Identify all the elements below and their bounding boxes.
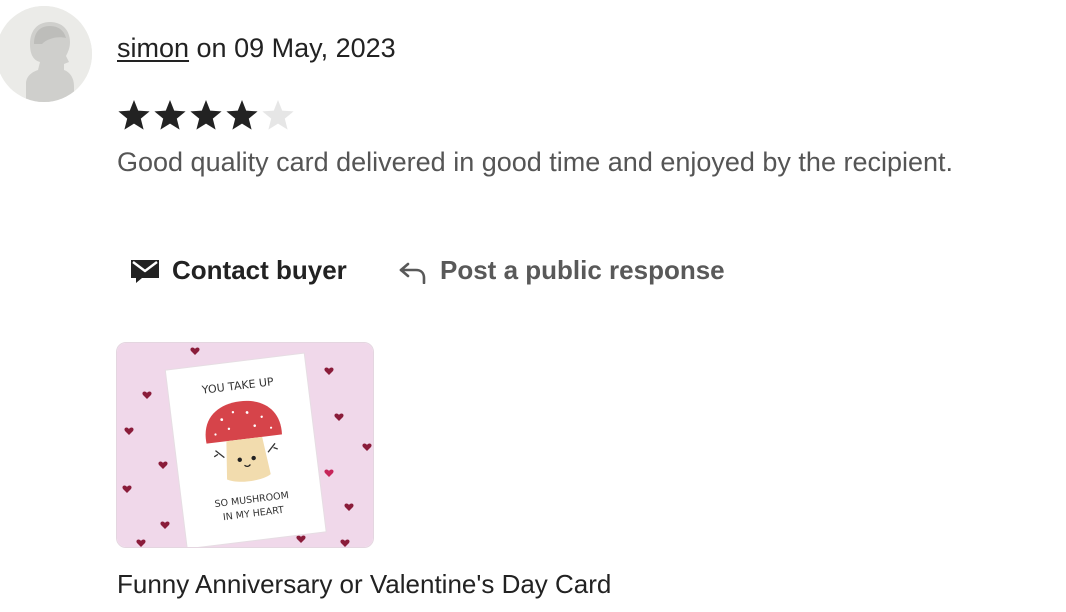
reviewer-avatar[interactable] bbox=[0, 6, 92, 102]
star-filled-icon bbox=[226, 100, 258, 130]
review-text: Good quality card delivered in good time… bbox=[117, 147, 954, 177]
star-filled-icon bbox=[154, 100, 186, 130]
star-empty-icon bbox=[262, 100, 294, 130]
envelope-icon bbox=[131, 260, 159, 283]
star-filled-icon bbox=[190, 100, 222, 130]
reply-arrow-icon bbox=[399, 262, 426, 284]
contact-buyer-label: Contact buyer bbox=[172, 255, 347, 285]
review-card: simon on 09 May, 2023 Good quality card … bbox=[0, 0, 1066, 612]
star-filled-icon bbox=[118, 100, 150, 130]
product-thumbnail[interactable]: YOU TAKE UP SO MUSHROOM IN MY HEART bbox=[116, 342, 374, 548]
star-rating bbox=[116, 96, 296, 136]
reviewer-name-link[interactable]: simon bbox=[117, 33, 189, 63]
review-date: on 09 May, 2023 bbox=[189, 33, 396, 63]
contact-buyer-button[interactable]: Contact buyer bbox=[130, 252, 347, 288]
post-public-response-label: Post a public response bbox=[440, 255, 725, 285]
product-title-link[interactable]: Funny Anniversary or Valentine's Day Car… bbox=[117, 565, 611, 603]
review-header: simon on 09 May, 2023 bbox=[117, 30, 396, 66]
post-public-response-button[interactable]: Post a public response bbox=[398, 252, 725, 288]
